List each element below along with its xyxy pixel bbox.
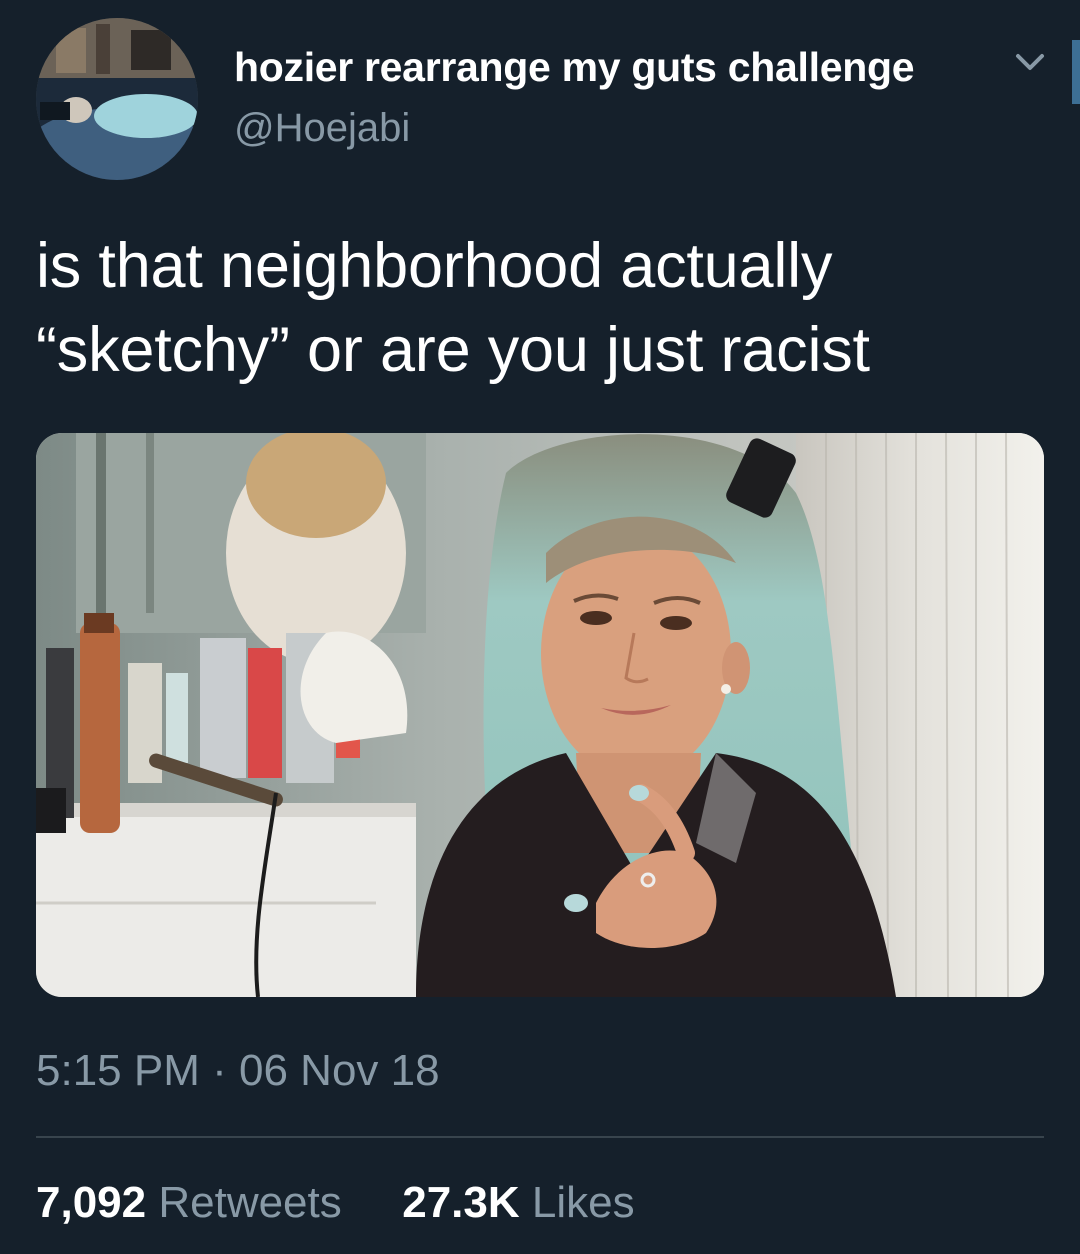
tweet-stats: 7,092 Retweets 27.3K Likes xyxy=(36,1178,635,1228)
tweet-time: 5:15 PM xyxy=(36,1046,200,1095)
avatar-image xyxy=(36,18,198,180)
display-name[interactable]: hozier rearrange my guts challenge xyxy=(234,44,915,91)
tweet-text: is that neighborhood actually “sketchy” … xyxy=(36,231,870,385)
retweets-label: Retweets xyxy=(158,1178,342,1227)
user-handle[interactable]: @Hoejabi xyxy=(234,106,410,151)
tweet-date: 06 Nov 18 xyxy=(239,1046,440,1095)
tweet-timestamp[interactable]: 5:15 PM · 06 Nov 18 xyxy=(36,1046,440,1096)
divider xyxy=(36,1136,1044,1138)
chevron-down-icon[interactable] xyxy=(1010,48,1050,78)
tweet-card: hozier rearrange my guts challenge @Hoej… xyxy=(0,0,1080,1254)
retweets-count: 7,092 xyxy=(36,1178,147,1227)
likes-stat[interactable]: 27.3K Likes xyxy=(402,1178,634,1227)
timestamp-separator: · xyxy=(212,1046,227,1095)
retweets-stat[interactable]: 7,092 Retweets xyxy=(36,1178,354,1227)
likes-label: Likes xyxy=(531,1178,635,1227)
scrollbar-edge xyxy=(1072,40,1080,104)
avatar[interactable] xyxy=(36,18,198,180)
tweet-media-image[interactable] xyxy=(36,433,1044,997)
likes-count: 27.3K xyxy=(402,1178,520,1227)
